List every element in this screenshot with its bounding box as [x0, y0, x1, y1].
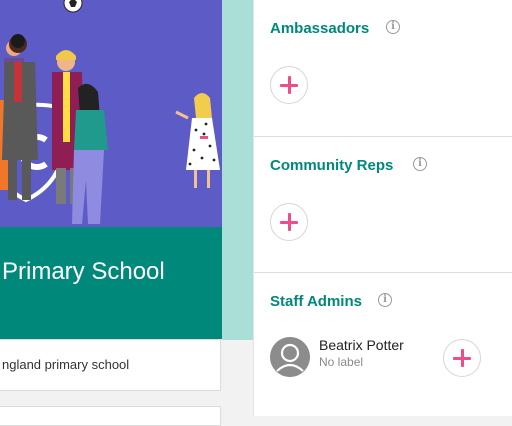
roles-panel: Ambassadors i Community Reps i Staff Adm… — [253, 0, 512, 416]
next-school-card[interactable] — [0, 406, 221, 426]
section-title: Staff Admins — [270, 293, 362, 310]
people-illustration — [0, 0, 220, 224]
plus-icon — [280, 213, 298, 231]
info-icon[interactable]: i — [413, 157, 427, 171]
add-ambassador-button[interactable] — [270, 66, 308, 104]
section-title: Ambassadors — [270, 20, 370, 37]
school-description: ngland primary school — [2, 357, 130, 372]
section-community-reps: Community Reps i — [254, 136, 512, 272]
info-icon[interactable]: i — [378, 293, 392, 307]
member-label: No label — [319, 355, 364, 369]
decorative-stripe — [222, 0, 253, 340]
info-icon[interactable]: i — [386, 20, 400, 34]
soccer-ball-icon — [63, 0, 83, 13]
school-card[interactable]: Primary School ngland primary school — [0, 0, 222, 426]
person-child-polka — [175, 93, 220, 188]
section-staff-admins: Staff Admins i Beatrix Potter No label — [254, 272, 512, 416]
plus-icon — [280, 76, 298, 94]
plus-icon — [453, 349, 471, 367]
add-staff-admin-button[interactable] — [443, 339, 481, 377]
school-name: Primary School — [2, 258, 165, 285]
add-community-rep-button[interactable] — [270, 203, 308, 241]
section-title: Community Reps — [270, 157, 394, 174]
section-ambassadors: Ambassadors i — [254, 0, 512, 136]
school-hero-illustration — [0, 0, 222, 227]
user-avatar-icon[interactable] — [270, 337, 310, 377]
member-name[interactable]: Beatrix Potter — [319, 337, 404, 354]
